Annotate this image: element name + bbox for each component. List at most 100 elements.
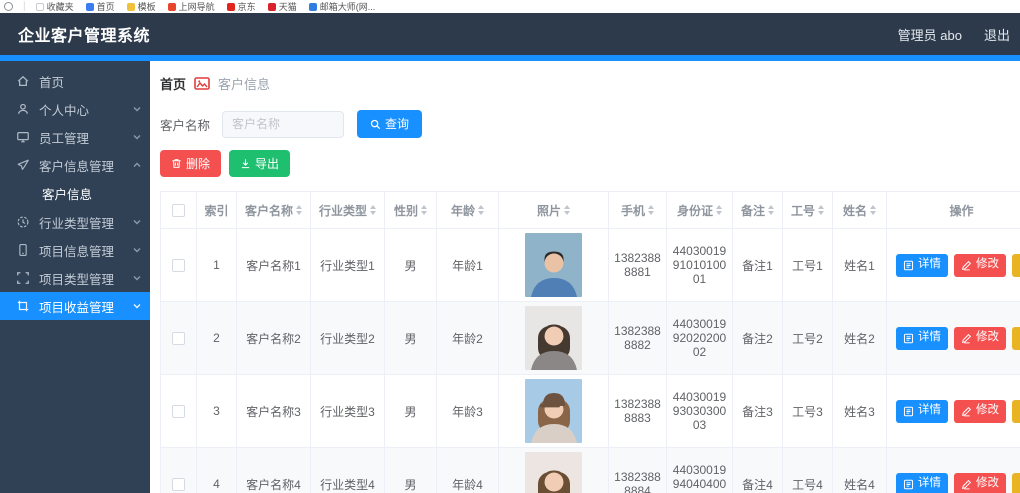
industry-cell: 行业类型1 xyxy=(311,229,385,302)
edit-button[interactable]: 修改 xyxy=(954,400,1006,423)
column-header[interactable]: 性别 xyxy=(385,192,437,229)
sidebar-item[interactable]: 首页 xyxy=(0,67,150,95)
table-row: 2客户名称2行业类型2男年龄2 138238888824403001992020… xyxy=(161,302,1020,375)
document-icon xyxy=(903,406,914,417)
name-cell: 客户名称1 xyxy=(237,229,311,302)
sidebar-item[interactable]: 员工管理 xyxy=(0,123,150,151)
bookmark-label: 模板 xyxy=(138,0,156,13)
bookmark-item[interactable]: 京东 xyxy=(227,0,256,13)
idcard-cell: 440300199303030003 xyxy=(667,375,733,448)
column-header[interactable]: 客户名称 xyxy=(237,192,311,229)
edit-button[interactable]: 修改 xyxy=(954,254,1006,277)
sort-icon[interactable] xyxy=(564,205,570,215)
column-header[interactable]: 照片 xyxy=(499,192,609,229)
row-checkbox[interactable] xyxy=(172,332,185,345)
sidebar-item[interactable]: 客户信息管理 xyxy=(0,151,150,179)
chevron-down-icon xyxy=(132,104,142,114)
sidebar-item-label: 项目收益管理 xyxy=(39,297,132,316)
sort-icon[interactable] xyxy=(768,205,774,215)
person-cell: 姓名4 xyxy=(833,448,887,493)
column-label: 姓名 xyxy=(843,202,867,219)
search-form: 客户名称 查询 xyxy=(158,110,1020,138)
logout-link[interactable]: 退出 xyxy=(984,25,1010,44)
phone-cell: 13823888882 xyxy=(609,302,667,375)
column-header[interactable]: 手机 xyxy=(609,192,667,229)
bookmark-item[interactable]: 模板 xyxy=(127,0,156,13)
sort-icon[interactable] xyxy=(296,205,302,215)
sidebar-item-label: 首页 xyxy=(39,72,142,91)
sidebar-item[interactable]: 项目类型管理 xyxy=(0,264,150,292)
row-delete-button[interactable]: 删除 xyxy=(1012,327,1020,350)
column-label: 工号 xyxy=(791,202,815,219)
search-label: 客户名称 xyxy=(160,115,210,134)
row-checkbox[interactable] xyxy=(172,478,185,491)
table-row: 4客户名称4行业类型4男年龄4 138238888844403001994040… xyxy=(161,448,1020,493)
row-checkbox[interactable] xyxy=(172,405,185,418)
remark-cell: 备注3 xyxy=(733,375,783,448)
column-header[interactable]: 工号 xyxy=(783,192,833,229)
photo-cell xyxy=(499,375,609,448)
photo-cell xyxy=(499,229,609,302)
document-icon xyxy=(903,333,914,344)
browser-icon[interactable] xyxy=(4,2,13,11)
pen-icon xyxy=(961,333,972,344)
checkbox-cell xyxy=(161,375,197,448)
sort-icon[interactable] xyxy=(421,205,427,215)
edit-button[interactable]: 修改 xyxy=(954,327,1006,350)
detail-button[interactable]: 详情 xyxy=(896,400,948,423)
gender-cell: 男 xyxy=(385,448,437,493)
search-input[interactable] xyxy=(222,111,344,138)
broken-image-icon xyxy=(194,77,210,90)
detail-button[interactable]: 详情 xyxy=(896,254,948,277)
sidebar-item[interactable]: 行业类型管理 xyxy=(0,208,150,236)
crop-icon xyxy=(16,271,30,285)
column-header[interactable]: 身份证 xyxy=(667,192,733,229)
chevron-down-icon xyxy=(132,245,142,255)
phone-cell: 13823888881 xyxy=(609,229,667,302)
detail-button[interactable]: 详情 xyxy=(896,327,948,350)
export-button[interactable]: 导出 xyxy=(229,150,290,177)
favicon-red xyxy=(168,3,176,11)
remark-cell: 备注4 xyxy=(733,448,783,493)
column-label: 照片 xyxy=(537,202,561,219)
sort-icon[interactable] xyxy=(870,205,876,215)
bookmark-item[interactable]: 天猫 xyxy=(268,0,297,13)
sort-icon[interactable] xyxy=(648,205,654,215)
bookmark-item[interactable]: 收藏夹 xyxy=(36,0,74,13)
sort-icon[interactable] xyxy=(716,205,722,215)
idcard-cell: 440300199101010001 xyxy=(667,229,733,302)
row-checkbox[interactable] xyxy=(172,259,185,272)
phone-cell: 13823888884 xyxy=(609,448,667,493)
delete-button[interactable]: 删除 xyxy=(160,150,221,177)
sort-icon[interactable] xyxy=(370,205,376,215)
bookmark-item[interactable]: 首页 xyxy=(86,0,115,13)
jobno-cell: 工号2 xyxy=(783,302,833,375)
sidebar-subitem[interactable]: 客户信息 xyxy=(0,179,150,208)
toolbar: 删除 导出 xyxy=(158,150,1020,177)
bookmark-item[interactable]: 邮箱大师(网... xyxy=(309,0,376,13)
sidebar-item[interactable]: 个人中心 xyxy=(0,95,150,123)
column-header[interactable]: 备注 xyxy=(733,192,783,229)
name-cell: 客户名称3 xyxy=(237,375,311,448)
detail-button[interactable]: 详情 xyxy=(896,473,948,493)
search-button[interactable]: 查询 xyxy=(357,110,422,138)
breadcrumb-home[interactable]: 首页 xyxy=(160,74,186,93)
breadcrumb-current: 客户信息 xyxy=(218,74,270,93)
bookmark-item[interactable]: 上网导航 xyxy=(168,0,215,13)
industry-cell: 行业类型4 xyxy=(311,448,385,493)
select-all-checkbox[interactable] xyxy=(172,204,185,217)
edit-button[interactable]: 修改 xyxy=(954,473,1006,493)
row-delete-button[interactable]: 删除 xyxy=(1012,400,1020,423)
column-header[interactable]: 姓名 xyxy=(833,192,887,229)
folder-icon xyxy=(36,3,44,11)
column-header[interactable]: 年龄 xyxy=(437,192,499,229)
row-delete-button[interactable]: 删除 xyxy=(1012,254,1020,277)
sidebar-item[interactable]: 项目信息管理 xyxy=(0,236,150,264)
row-delete-button[interactable]: 删除 xyxy=(1012,473,1020,493)
column-header[interactable]: 行业类型 xyxy=(311,192,385,229)
age-cell: 年龄2 xyxy=(437,302,499,375)
sidebar-item[interactable]: 项目收益管理 xyxy=(0,292,150,320)
sort-icon[interactable] xyxy=(818,205,824,215)
sort-icon[interactable] xyxy=(478,205,484,215)
current-user[interactable]: 管理员 abo xyxy=(898,25,962,44)
